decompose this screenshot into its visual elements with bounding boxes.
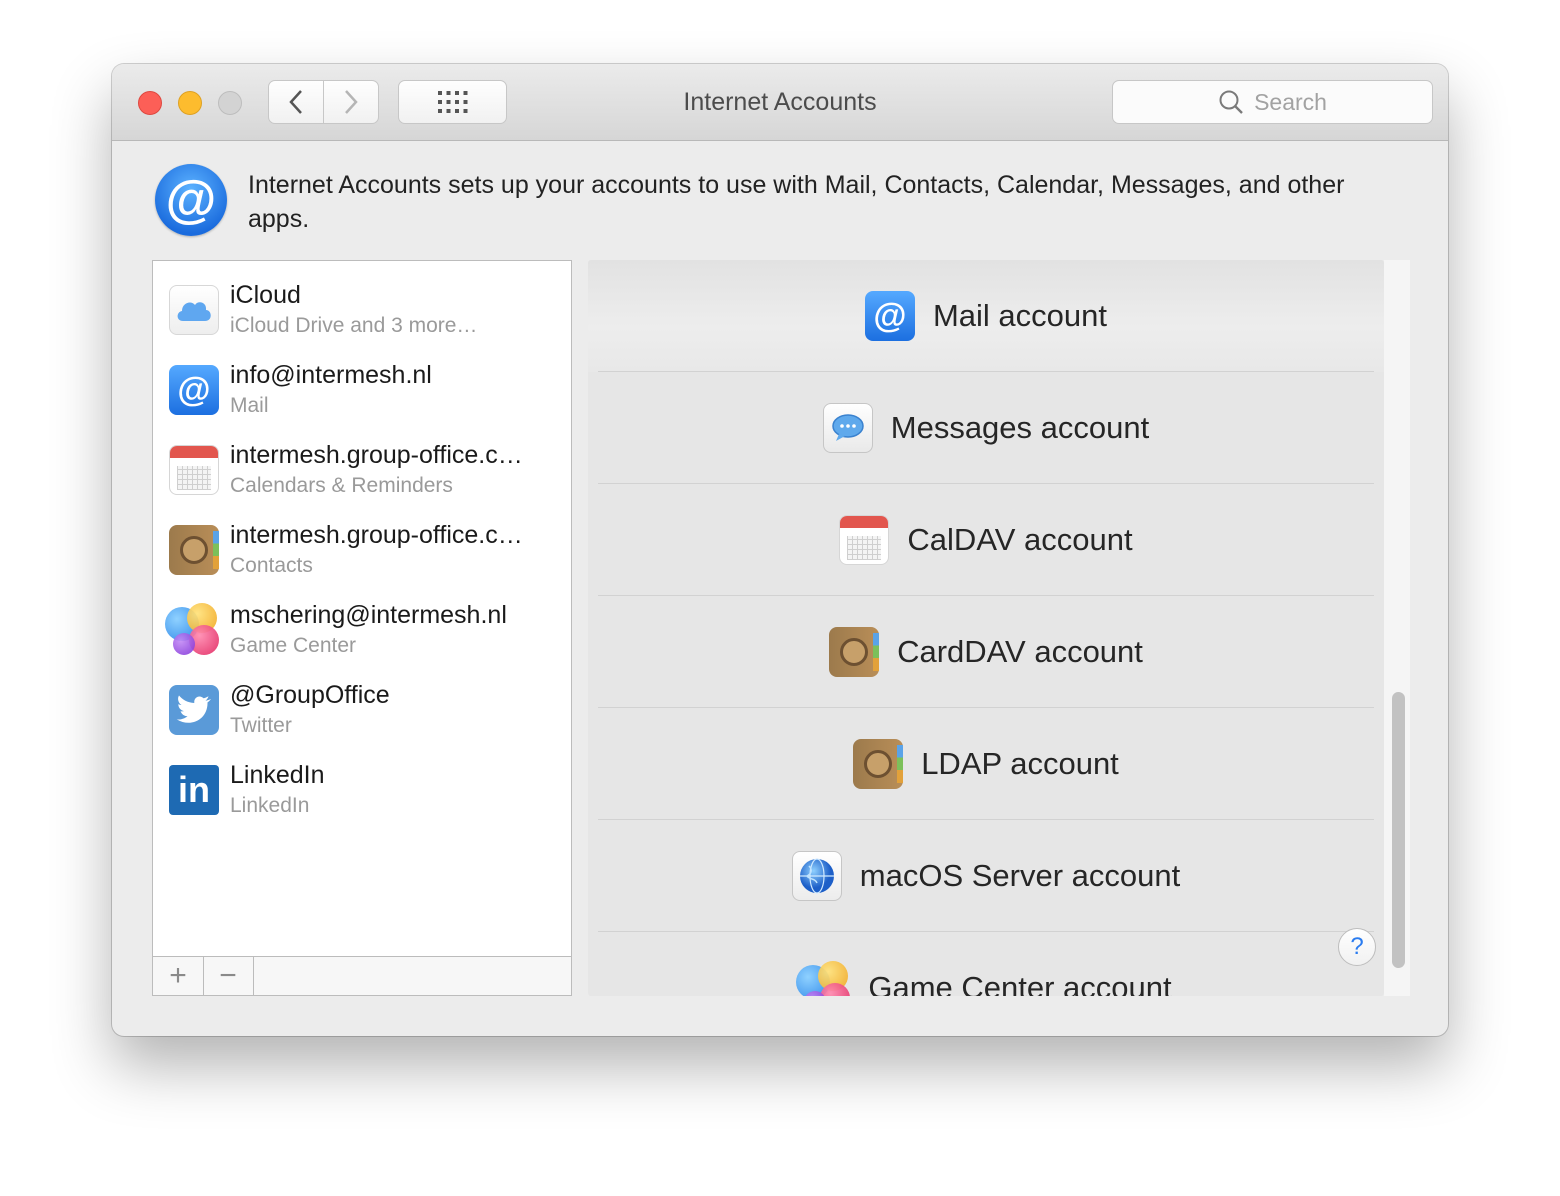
game-center-icon bbox=[165, 603, 219, 655]
header-description: Internet Accounts sets up your accounts … bbox=[248, 171, 1345, 233]
mail-at-icon: @ bbox=[864, 291, 915, 341]
provider-game-center[interactable]: Game Center account bbox=[588, 932, 1384, 996]
scrollbar[interactable] bbox=[1384, 260, 1410, 996]
account-name: LinkedIn bbox=[230, 761, 325, 789]
account-detail: Calendars & Reminders bbox=[230, 474, 453, 497]
magnifier-icon bbox=[1219, 90, 1243, 114]
calendar-icon bbox=[169, 445, 219, 495]
account-name: @GroupOffice bbox=[230, 681, 390, 709]
provider-messages[interactable]: Messages account bbox=[588, 372, 1384, 484]
account-name: intermesh.group-office.c… bbox=[230, 441, 523, 469]
account-row-contacts[interactable]: intermesh.group-office.c… Contacts bbox=[167, 511, 567, 591]
search-placeholder: Search bbox=[1254, 88, 1327, 115]
account-detail: Twitter bbox=[230, 714, 292, 737]
account-type-list: @ Mail account Messages account CalDAV a… bbox=[588, 260, 1384, 996]
account-detail: Game Center bbox=[230, 634, 357, 657]
account-name: mschering@intermesh.nl bbox=[230, 601, 507, 629]
account-name: iCloud bbox=[230, 281, 301, 309]
provider-ldap[interactable]: LDAP account bbox=[588, 708, 1384, 820]
provider-carddav[interactable]: CardDAV account bbox=[588, 596, 1384, 708]
icloud-icon bbox=[169, 285, 219, 335]
add-account-button[interactable]: + bbox=[153, 957, 204, 995]
contacts-icon bbox=[169, 525, 219, 575]
contacts-icon bbox=[829, 627, 880, 677]
provider-label: CalDAV account bbox=[907, 522, 1133, 557]
provider-label: Messages account bbox=[890, 410, 1150, 445]
help-button[interactable]: ? bbox=[1338, 928, 1376, 966]
title-bar: Internet Accounts Search bbox=[112, 64, 1448, 141]
account-row-icloud[interactable]: iCloud iCloud Drive and 3 more… bbox=[167, 271, 567, 351]
provider-macos-server[interactable]: macOS Server account bbox=[588, 820, 1384, 932]
account-row-game-center[interactable]: mschering@intermesh.nl Game Center bbox=[165, 591, 567, 671]
account-row-mail[interactable]: @ info@intermesh.nl Mail bbox=[167, 351, 567, 431]
provider-caldav[interactable]: CalDAV account bbox=[588, 484, 1384, 596]
scrollbar-thumb[interactable] bbox=[1392, 692, 1405, 968]
list-actions-bar: + − bbox=[152, 956, 572, 996]
account-detail: LinkedIn bbox=[230, 794, 310, 817]
account-row-twitter[interactable]: @GroupOffice Twitter bbox=[167, 671, 567, 751]
account-name: intermesh.group-office.c… bbox=[230, 521, 523, 549]
search-field[interactable]: Search bbox=[1112, 80, 1433, 124]
account-name: info@intermesh.nl bbox=[230, 361, 432, 389]
twitter-icon bbox=[169, 685, 219, 735]
provider-label: LDAP account bbox=[921, 746, 1119, 781]
account-detail: Contacts bbox=[230, 554, 313, 577]
mail-at-icon: @ bbox=[169, 365, 219, 415]
game-center-icon bbox=[796, 961, 851, 996]
provider-label: macOS Server account bbox=[859, 858, 1181, 893]
provider-mail[interactable]: @ Mail account bbox=[588, 260, 1384, 372]
account-detail: Mail bbox=[230, 394, 269, 417]
messages-icon bbox=[822, 403, 873, 453]
preferences-window: Internet Accounts Search @ Internet Acco… bbox=[112, 64, 1448, 1036]
linkedin-icon: in bbox=[169, 765, 219, 815]
provider-label: CardDAV account bbox=[897, 634, 1143, 669]
at-sign-icon: @ bbox=[155, 164, 227, 236]
calendar-icon bbox=[839, 515, 890, 565]
account-row-linkedin[interactable]: in LinkedIn LinkedIn bbox=[167, 751, 567, 831]
accounts-list: iCloud iCloud Drive and 3 more… @ info@i… bbox=[152, 260, 572, 996]
server-globe-icon bbox=[791, 851, 842, 901]
provider-label: Game Center account bbox=[868, 970, 1172, 996]
contacts-icon bbox=[853, 739, 904, 789]
provider-label: Mail account bbox=[932, 298, 1108, 333]
remove-account-button[interactable]: − bbox=[203, 957, 254, 995]
account-row-calendar[interactable]: intermesh.group-office.c… Calendars & Re… bbox=[167, 431, 567, 511]
account-detail: iCloud Drive and 3 more… bbox=[230, 314, 478, 337]
